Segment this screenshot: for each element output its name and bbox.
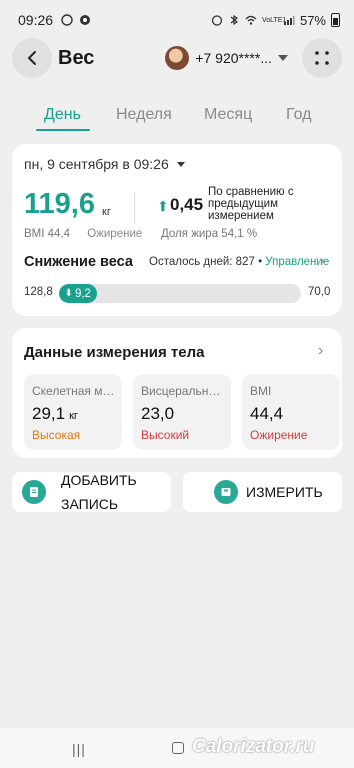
metric-status: Высокий [141, 428, 190, 442]
measure-button[interactable]: ИЗМЕРИТЬ [183, 472, 342, 512]
note-icon [22, 480, 46, 504]
weight-value: 119,6 [24, 188, 95, 220]
notification-icon [61, 14, 73, 26]
wifi-icon [245, 15, 257, 25]
add-record-button[interactable]: ДОБАВИТЬ ЗАПИСЬ [12, 472, 171, 512]
metric-card-visceral-fat[interactable]: Висцеральный жир 23,0 Высокий [133, 374, 231, 450]
metric-label: Скелетная мышечная масса [32, 384, 116, 398]
days-left: Осталось дней: 827 [149, 256, 255, 268]
alarm-icon [211, 15, 223, 26]
add-record-label: ДОБАВИТЬ ЗАПИСЬ [61, 472, 137, 512]
chevron-right-icon[interactable]: › [318, 342, 323, 360]
back-arrow-icon [28, 51, 36, 65]
lost-amount: 9,2 [74, 287, 91, 300]
fat-percentage: Доля жира 54,1 % [161, 228, 258, 240]
arrow-up-icon: ⬆ [157, 198, 169, 214]
metric-label: Висцеральный жир [141, 384, 225, 398]
date-selector[interactable]: пн, 9 сентября в 09:26 [24, 156, 185, 172]
dots-grid-icon [315, 51, 329, 65]
measurement-card: пн, 9 сентября в 09:26 119,6 кг ⬆ 0,45 П… [12, 144, 342, 316]
tab-month[interactable]: Месяц [204, 106, 252, 124]
more-options-button[interactable] [302, 38, 342, 78]
measurement-date: пн, 9 сентября в 09:26 [24, 156, 169, 172]
tab-day[interactable]: День [44, 106, 81, 124]
system-nav-bar: ||| Calorizator.ru [0, 728, 354, 768]
metric-status: Ожирение [250, 428, 308, 442]
scale-icon [214, 480, 238, 504]
home-icon[interactable] [172, 742, 184, 754]
metric-value: 29,1 [32, 404, 66, 423]
chevron-right-icon[interactable]: › [320, 252, 325, 268]
weight-loss-progress: ⬇ 9,2 [59, 284, 301, 303]
metric-card-bmi[interactable]: BMI 44,4 Ожирение [242, 374, 340, 450]
status-time: 09:26 [18, 12, 54, 28]
back-button[interactable] [12, 38, 52, 78]
body-data-title: Данные измерения тела [24, 344, 205, 361]
metric-label: BMI [250, 384, 272, 398]
battery-icon [331, 13, 340, 27]
divider [134, 192, 135, 224]
period-tabs: День Неделя Месяц Год [0, 98, 354, 134]
app-notification-icon [80, 15, 91, 25]
account-phone: +7 920****... [195, 50, 272, 66]
metric-card-skeletal-muscle[interactable]: Скелетная мышечная масса 29,1кг Высокая [24, 374, 122, 450]
weight-loss-info[interactable]: Осталось дней: 827 • Управление [149, 256, 329, 268]
tab-year[interactable]: Год [286, 106, 311, 124]
page-title: Вес [58, 46, 95, 69]
metric-value: 44,4 [250, 404, 284, 423]
avatar [165, 46, 190, 70]
chevron-down-icon [176, 161, 185, 167]
watermark: Calorizator.ru [192, 736, 315, 757]
metric-unit: кг [69, 410, 78, 422]
measure-label: ИЗМЕРИТЬ [246, 484, 323, 500]
metric-value: 23,0 [141, 404, 175, 423]
metric-status: Высокая [32, 428, 81, 442]
body-data-card[interactable]: Данные измерения тела › Скелетная мышечн… [12, 328, 342, 458]
bmi-value: BMI 44,4 [24, 228, 71, 240]
bmi-status: Ожирение [87, 228, 143, 240]
bluetooth-icon [230, 14, 238, 26]
weight-unit: кг [102, 206, 111, 218]
weight-loss-title: Снижение веса [24, 254, 133, 270]
weight-delta: 0,45 [170, 195, 204, 214]
separator-dot: • [258, 256, 263, 268]
account-selector[interactable]: +7 920****... [165, 46, 288, 70]
status-bar: 09:26 VoLTE1 57% [0, 0, 354, 40]
network-label: VoLTE1 [261, 16, 287, 24]
signal-icon [283, 16, 295, 25]
target-weight: 70,0 [308, 286, 331, 298]
app-header: Вес +7 920****... [0, 36, 354, 80]
chevron-down-icon [278, 55, 288, 61]
progress-fill: ⬇ 9,2 [59, 284, 97, 303]
battery-percent: 57% [299, 12, 326, 28]
active-tab-indicator [36, 129, 90, 131]
tab-week[interactable]: Неделя [116, 106, 172, 124]
compare-label: По сравнению с предыдущим измерением [208, 186, 294, 222]
recent-apps-icon[interactable]: ||| [72, 741, 86, 757]
arrow-down-icon: ⬇ [64, 288, 73, 299]
start-weight: 128,8 [24, 286, 53, 298]
